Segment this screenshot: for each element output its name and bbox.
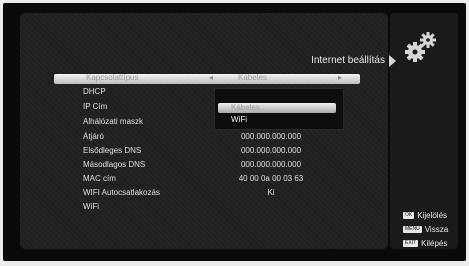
settings-panel	[20, 13, 388, 249]
connection-type-label: Kapcsolattípus	[86, 73, 139, 82]
setting-label-secondary-dns[interactable]: Másodlagos DNS	[83, 160, 145, 169]
legend-exit: EXIT Kilépés	[403, 235, 448, 249]
connection-type-dropdown[interactable]: Kábeles WiFi	[214, 88, 344, 130]
setting-value-primary-dns: 000.000.000.000	[240, 146, 302, 155]
chevron-left-icon[interactable]: ◂	[209, 73, 213, 82]
connection-type-value: Kábeles	[238, 73, 267, 82]
setting-label-subnet[interactable]: Alhálózati maszk	[83, 117, 143, 126]
setting-label-wifi-autoconnect[interactable]: WIFI Autocsatlakozás	[83, 188, 160, 197]
setting-label-ip[interactable]: IP Cím	[83, 102, 107, 111]
setting-value-mac: 40 00 0a 00 03 63	[238, 174, 304, 183]
legend-label: Kijelölés	[417, 211, 448, 221]
legend-label: Kilépés	[421, 239, 448, 249]
gears-icon	[405, 32, 436, 62]
setting-label-dhcp[interactable]: DHCP	[83, 87, 106, 96]
legend-label: Vissza	[424, 225, 449, 235]
connection-type-row[interactable]: Kapcsolattípus ◂ Kábeles ▸	[54, 73, 360, 84]
setting-label-mac[interactable]: MAC cím	[83, 174, 116, 183]
menu-key-icon: MENU	[403, 226, 422, 234]
dropdown-option[interactable]: WiFi	[231, 115, 247, 124]
setting-value-secondary-dns: 000.000.000.000	[240, 160, 302, 169]
setting-label-gateway[interactable]: Átjáró	[83, 132, 104, 141]
dropdown-option-selected[interactable]: Kábeles	[218, 103, 336, 113]
setting-label-primary-dns[interactable]: Elsődleges DNS	[83, 146, 141, 155]
setting-value-wifi-autoconnect: Ki	[267, 188, 275, 197]
exit-key-icon: EXIT	[403, 240, 419, 248]
chevron-right-icon[interactable]: ▸	[338, 73, 342, 82]
ok-key-icon: OK	[403, 212, 415, 220]
title-pointer-icon	[389, 55, 396, 67]
setting-value-gateway: 000.000.000.000	[240, 132, 302, 141]
legend-back: MENU Vissza	[403, 221, 449, 235]
legend-select: OK Kijelölés	[403, 207, 448, 221]
page-title: Internet beállítás	[311, 55, 385, 66]
setting-label-wifi[interactable]: WiFi	[83, 202, 99, 211]
